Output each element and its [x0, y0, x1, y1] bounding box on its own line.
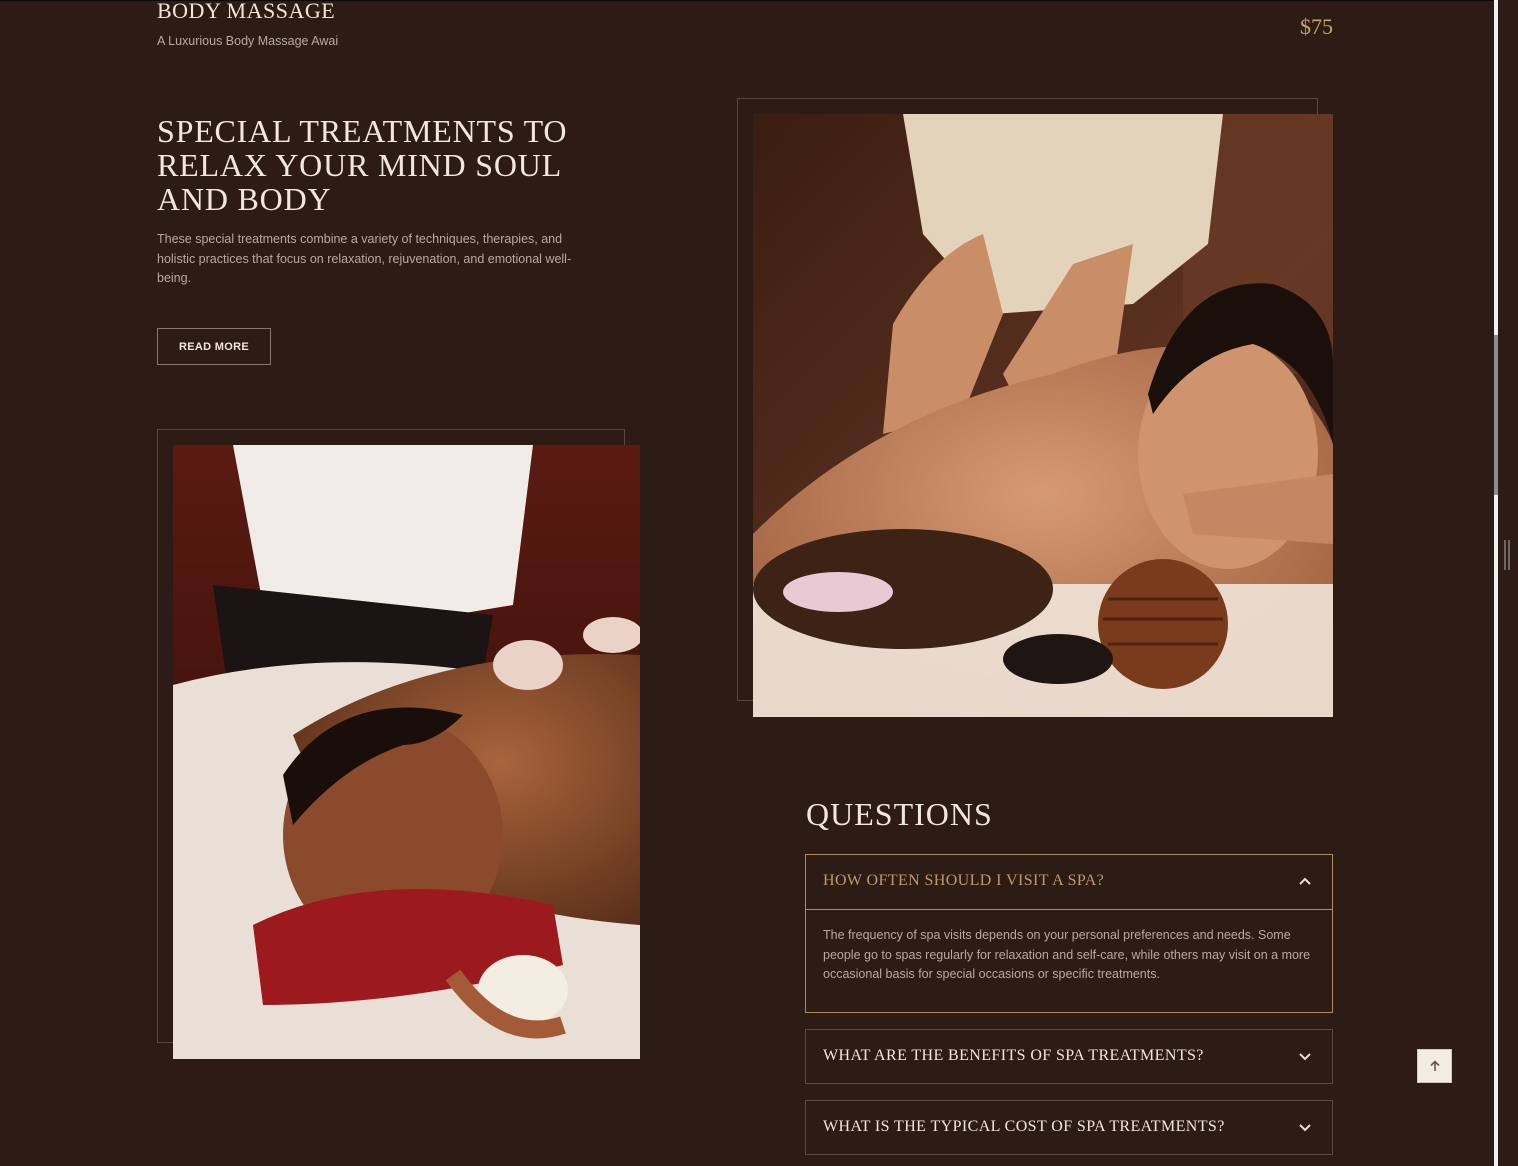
faq-toggle[interactable]: WHAT ARE THE BENEFITS OF SPA TREATMENTS? [806, 1030, 1332, 1084]
faq-question: WHAT ARE THE BENEFITS OF SPA TREATMENTS? [823, 1047, 1204, 1064]
service-subtitle: A Luxurious Body Massage Awai [157, 34, 339, 48]
scroll-to-top-button[interactable] [1417, 1049, 1452, 1083]
faq-toggle[interactable]: WHAT IS THE TYPICAL COST OF SPA TREATMEN… [806, 1101, 1332, 1155]
stone-therapy-photo [173, 445, 640, 1059]
faq-item[interactable]: WHAT IS THE TYPICAL COST OF SPA TREATMEN… [805, 1100, 1333, 1155]
chevron-down-icon [1299, 1053, 1311, 1061]
faq-item[interactable]: WHAT ARE THE BENEFITS OF SPA TREATMENTS? [805, 1029, 1333, 1084]
scrollbar-track[interactable] [1494, 0, 1498, 1166]
faq-question: WHAT IS THE TYPICAL COST OF SPA TREATMEN… [823, 1118, 1225, 1135]
hero-heading: SPECIAL TREATMENTS TO RELAX YOUR MIND SO… [157, 113, 568, 217]
hero-description: These special treatments combine a varie… [157, 232, 572, 285]
scrollbar-thumb[interactable] [1494, 335, 1498, 495]
service-price: $75 [1300, 14, 1333, 39]
read-more-button[interactable]: READ MORE [157, 328, 271, 365]
faq-answer: The frequency of spa visits depends on y… [823, 928, 1311, 981]
service-title: BODY MASSAGE [157, 0, 336, 23]
back-massage-photo [753, 114, 1333, 717]
chevron-up-icon [1299, 877, 1311, 885]
arrow-up-icon [1429, 1060, 1440, 1071]
faq-heading: QUESTIONS [806, 796, 993, 832]
chevron-down-icon [1299, 1124, 1311, 1132]
resize-grip-icon[interactable] [1504, 540, 1510, 570]
faq-item-expanded: HOW OFTEN SHOULD I VISIT A SPA? The freq… [805, 854, 1333, 1013]
faq-toggle[interactable]: HOW OFTEN SHOULD I VISIT A SPA? [806, 855, 1332, 910]
faq-question: HOW OFTEN SHOULD I VISIT A SPA? [823, 872, 1105, 889]
